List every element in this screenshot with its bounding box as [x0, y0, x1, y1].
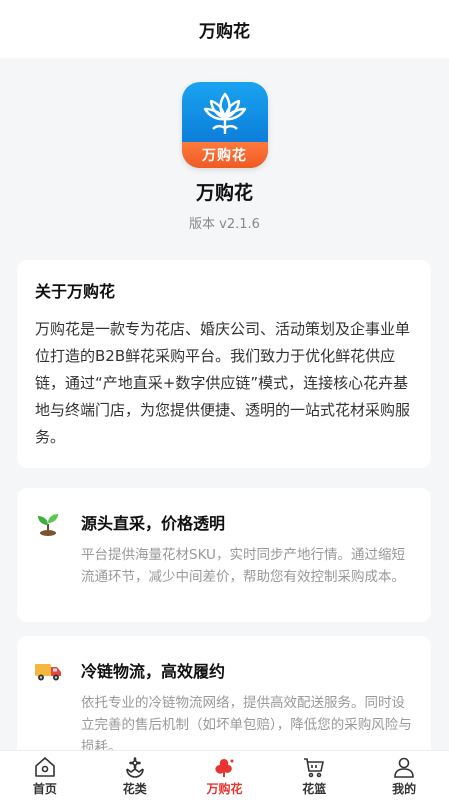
feature-title: 源头直采，价格透明 [81, 514, 226, 533]
seedling-icon [38, 514, 58, 536]
about-text: 万购花是一款专为花店、婚庆公司、活动策划及企事业单位打造的B2B鲜花采购平台。我… [35, 320, 411, 446]
app-header: 万购花 万购花 版本 v2.1.6 [0, 58, 449, 248]
brand-flower-icon [215, 758, 234, 777]
logo-banner: 万购花 [181, 142, 268, 168]
logo-text: 万购花 [202, 148, 247, 164]
tab-label: 首页 [32, 781, 57, 796]
flower-category-icon [125, 756, 144, 778]
tab-label: 我的 [392, 781, 417, 796]
tab-home[interactable]: 首页 [0, 751, 90, 800]
tab-brand[interactable]: 万购花 [180, 751, 270, 800]
user-icon [394, 757, 414, 778]
tab-flower-category[interactable]: 花类 [90, 751, 180, 800]
about-title: 关于万购花 [35, 282, 116, 301]
home-icon [35, 756, 55, 777]
delivery-truck-icon [35, 664, 61, 681]
tab-label: 花篮 [302, 781, 327, 796]
tab-label: 花类 [122, 781, 147, 796]
tab-basket[interactable]: 花篮 [269, 751, 359, 800]
lotus-logo-icon [203, 92, 246, 134]
app-name: 万购花 [195, 182, 253, 204]
app-version: 版本 v2.1.6 [189, 217, 260, 232]
about-page: 万购花 万购花 万购花 版本 v2.1.6 关于万购花 万购花是一款专为花店、婚… [0, 0, 449, 800]
nav-bar: 万购花 [0, 0, 449, 58]
tab-bar: 首页 花类 万购花 花篮 我的 [0, 750, 449, 800]
tab-label: 万购花 [206, 781, 243, 796]
tab-profile[interactable]: 我的 [359, 751, 449, 800]
feature-text: 平台提供海量花材SKU，实时同步产地行情。通过缩短流通环节，减少中间差价，帮助您… [81, 547, 405, 585]
feature-title: 冷链物流，高效履约 [81, 662, 226, 681]
page-title: 万购花 [199, 21, 250, 42]
app-logo: 万购花 [181, 82, 268, 168]
feature-card-sourcing: 源头直采，价格透明 平台提供海量花材SKU，实时同步产地行情。通过缩短流通环节，… [17, 488, 431, 622]
feature-text: 依托专业的冷链物流网络，提供高效配送服务。同时设立完善的售后机制（如坏单包赔），… [81, 695, 412, 755]
about-card: 关于万购花 万购花是一款专为花店、婚庆公司、活动策划及企事业单位打造的B2B鲜花… [17, 260, 431, 468]
cart-icon [304, 757, 325, 777]
